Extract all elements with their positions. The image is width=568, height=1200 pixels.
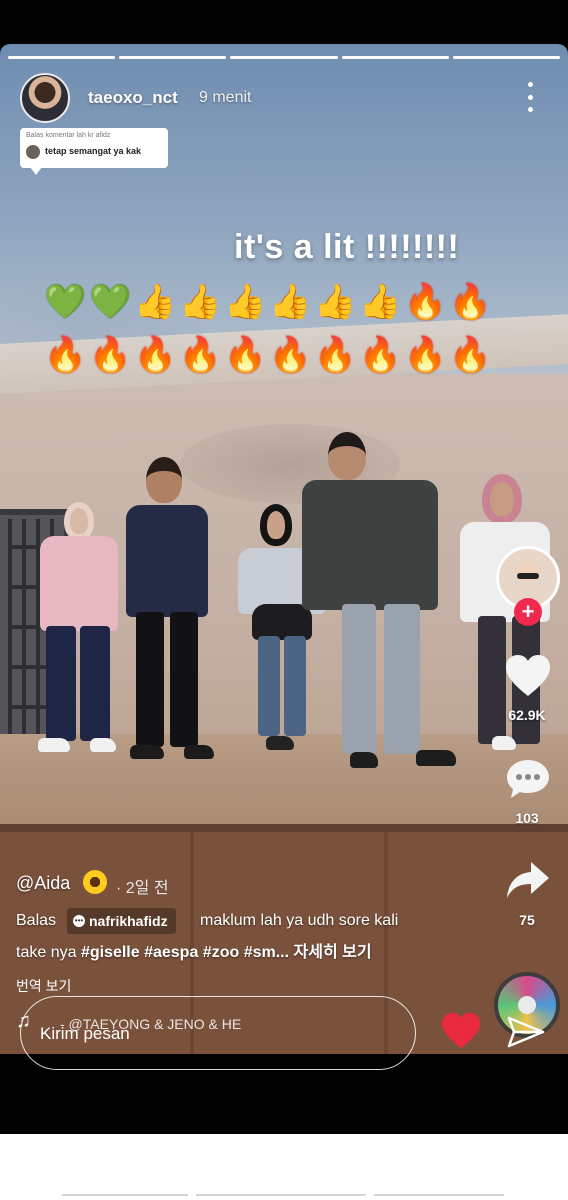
comment-icon-small: ••• — [73, 915, 85, 927]
stage-edge — [0, 824, 568, 832]
paper-plane-icon — [507, 1016, 545, 1048]
reply-heading: Balas komentar lah kr afidz — [26, 132, 111, 139]
nav-divider — [196, 1194, 366, 1196]
post-age: · 2일 전 — [116, 880, 169, 897]
progress-segment — [230, 56, 338, 59]
share-icon[interactable] — [505, 860, 551, 900]
send-icon[interactable] — [506, 1012, 546, 1052]
bottom-panel — [0, 1134, 568, 1200]
reply-avatar — [26, 145, 40, 159]
video-frame[interactable] — [0, 44, 568, 1054]
fire-icon: 🔥 — [449, 283, 492, 321]
caption-prefix: Balas — [16, 912, 57, 929]
thumbs-up-icon: 👍 — [359, 283, 402, 321]
fire-icon: 🔥 — [89, 336, 132, 374]
dancer-2 — [122, 457, 222, 777]
caption-line-2: take nya #giselle #aespa #zoo #sm... 자세히… — [16, 938, 372, 962]
comment-icon[interactable] — [505, 758, 551, 798]
dancer-4 — [302, 432, 456, 782]
mention-name: nafrikhafidz — [89, 913, 168, 929]
heart-icon — [506, 655, 550, 696]
nav-divider — [62, 1194, 188, 1196]
thumbs-up-icon: 👍 — [224, 283, 267, 321]
follow-button[interactable]: + — [514, 598, 542, 626]
sunflower-icon — [83, 870, 107, 894]
green-heart-icon: 💚 — [44, 283, 87, 321]
react-heart-icon[interactable] — [440, 1012, 482, 1052]
nav-divider — [374, 1194, 504, 1196]
post-author[interactable]: @Aida — [16, 873, 70, 894]
fire-icon: 🔥 — [134, 336, 177, 374]
more-vertical-icon[interactable] — [518, 82, 542, 112]
caption-text: maklum lah ya udh sore kali — [200, 912, 399, 929]
progress-segment — [452, 56, 561, 59]
comment-count: 103 — [515, 810, 539, 826]
story-screen: taeoxo_nct 9 menit Balas komentar lah kr… — [0, 0, 568, 1200]
hashtags[interactable]: #giselle #aespa #zoo #sm... — [81, 944, 289, 961]
fire-icon: 🔥 — [224, 336, 267, 374]
fire-icon: 🔥 — [314, 336, 357, 374]
post-timestamp: 9 menit — [199, 89, 252, 106]
user-avatar[interactable] — [20, 73, 70, 123]
share-arrow-icon — [507, 862, 549, 898]
progress-segment — [341, 56, 449, 59]
fire-icon: 🔥 — [179, 336, 222, 374]
green-heart-icon: 💚 — [89, 283, 132, 321]
heart-icon — [442, 1012, 480, 1049]
reply-text: tetap semangat ya kak — [45, 146, 142, 156]
fire-icon: 🔥 — [269, 336, 312, 374]
fire-icon: 🔥 — [359, 336, 402, 374]
share-count: 75 — [519, 912, 535, 928]
fire-icon: 🔥 — [404, 283, 447, 321]
story-progress — [8, 56, 561, 59]
speech-bubble-icon — [507, 760, 549, 798]
translate-link[interactable]: 번역 보기 — [16, 976, 71, 996]
thumbs-up-icon: 👍 — [179, 283, 222, 321]
fire-icon: 🔥 — [449, 336, 492, 374]
like-count: 62.9K — [508, 707, 546, 723]
see-more-link[interactable]: 자세히 보기 — [294, 944, 372, 961]
overlay-headline: it's a lit !!!!!!!! — [234, 228, 460, 266]
progress-segment — [8, 56, 116, 59]
username[interactable]: taeoxo_nct — [88, 88, 178, 108]
fire-icon: 🔥 — [44, 336, 87, 374]
progress-segment — [119, 56, 227, 59]
thumbs-up-icon: 👍 — [134, 283, 177, 321]
emoji-row-2: 🔥 🔥 🔥 🔥 🔥 🔥 🔥 🔥 🔥 🔥 — [44, 334, 491, 378]
emoji-row-1: 💚 💚 👍 👍 👍 👍 👍 👍 🔥 🔥 — [44, 281, 491, 325]
sunglasses — [517, 573, 539, 579]
message-placeholder: Kirim pesan — [40, 1024, 130, 1043]
like-icon[interactable] — [505, 654, 551, 700]
reply-sticker[interactable]: Balas komentar lah kr afidz tetap semang… — [20, 128, 168, 175]
caption-text-2: take nya — [16, 944, 81, 961]
mention-chip[interactable]: ••• nafrikhafidz — [67, 908, 176, 934]
thumbs-up-icon: 👍 — [314, 283, 357, 321]
thumbs-up-icon: 👍 — [269, 283, 312, 321]
fire-icon: 🔥 — [404, 336, 447, 374]
dancer-1 — [30, 494, 125, 774]
